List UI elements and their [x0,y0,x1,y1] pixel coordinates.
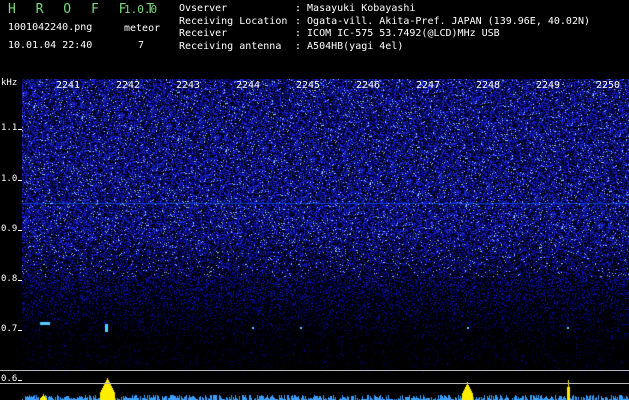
info-value: : Ogata-vill. Akita-Pref. JAPAN (139.96E… [295,15,591,27]
x-tick-label: 2250 [596,80,621,91]
y-tick-label: 0.9 [1,224,18,234]
y-tick-mark [18,280,22,281]
info-key: Ovserver [179,3,228,14]
info-row-location: Receiving Location : Ogata-vill. Akita-Pr… [179,16,590,29]
x-tick-label: 2245 [296,80,321,91]
x-tick-label: 2241 [56,80,81,91]
x-tick-label: 2248 [476,80,501,91]
signal-level-meter [22,372,629,400]
y-axis-unit: kHz [1,78,18,88]
meteor-label: meteor [124,23,161,34]
y-tick-mark [18,129,22,130]
meter-divider-line [0,383,629,384]
info-value: : Masayuki Kobayashi [295,3,416,14]
y-tick-mark [18,180,22,181]
info-key: Receiver [179,28,228,39]
y-tick-mark [18,230,22,231]
meteor-count: 7 [138,40,145,51]
x-tick-label: 2244 [236,80,261,91]
y-tick-label: 1.0 [1,174,18,184]
app-version: 1.0.0 [124,3,158,16]
y-tick-label: 0.8 [1,274,18,284]
station-info: Ovserver : Masayuki Kobayashi Receiving L… [179,3,590,53]
x-tick-label: 2249 [536,80,561,91]
spectrogram [22,79,629,400]
datetime: 10.01.04 22:40 [8,40,93,51]
info-value: : ICOM IC-575 53.7492(@LCD)MHz USB [295,28,500,39]
header-panel: H R O F F T 1.0.0 1001042240.png meteor … [0,0,629,78]
y-tick-mark [18,330,22,331]
file-name: 1001042240.png [8,22,93,33]
info-key: Receiving antenna [179,40,282,52]
meter-divider-line [0,370,629,371]
info-row-antenna: Receiving antenna : A504HB(yagi 4el) [179,41,590,54]
y-tick-label: 0.7 [1,324,18,334]
x-tick-label: 2243 [176,80,201,91]
info-row-receiver: Receiver : ICOM IC-575 53.7492(@LCD)MHz U… [179,28,590,41]
x-tick-label: 2242 [116,80,141,91]
x-tick-label: 2246 [356,80,381,91]
y-tick-label: 1.1 [1,123,18,133]
info-key: Receiving Location [179,15,288,27]
info-value: : A504HB(yagi 4el) [295,40,404,52]
y-tick-mark [18,380,22,381]
info-row-observer: Ovserver : Masayuki Kobayashi [179,3,590,16]
x-tick-label: 2247 [416,80,441,91]
